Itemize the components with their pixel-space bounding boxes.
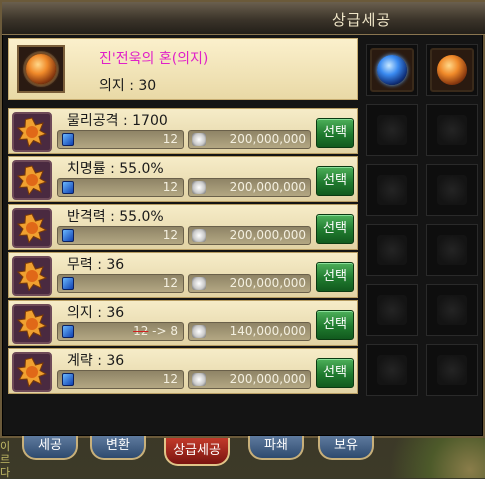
- tab-advanced-crafting[interactable]: 상급세공: [164, 438, 230, 466]
- orange-rune-icon: [17, 213, 47, 243]
- orange-orb-icon: [437, 55, 467, 85]
- material-slot[interactable]: [366, 344, 418, 396]
- gem-cost-bar: 12 -> 8: [57, 322, 184, 341]
- silver-ingot-icon: [192, 325, 206, 338]
- blue-gem-icon: [62, 277, 74, 290]
- option-label: 물리공격 : 1700: [67, 113, 168, 129]
- gem-cost-old-value: 12: [133, 324, 149, 338]
- material-slot[interactable]: [366, 224, 418, 276]
- orange-rune-icon: [17, 261, 47, 291]
- rune-slot: [12, 304, 52, 344]
- silver-cost-value: 140,000,000: [229, 324, 306, 338]
- rune-slot: [12, 256, 52, 296]
- gem-cost-value: 12: [162, 372, 178, 386]
- silver-cost-bar: 200,000,000: [188, 274, 311, 293]
- select-button[interactable]: 선택: [316, 358, 354, 388]
- orange-rune-icon: [17, 357, 47, 387]
- option-panel: 진'전욱의 혼(의지) 의지 : 30 물리공격 : 1700 12 200,0…: [8, 38, 358, 398]
- blue-gem-icon: [62, 325, 74, 338]
- rune-slot: [12, 352, 52, 392]
- item-slot[interactable]: [17, 45, 65, 93]
- gem-cost-bar: 12: [57, 178, 184, 197]
- tab-owned[interactable]: 보유: [318, 436, 374, 460]
- rune-slot: [12, 208, 52, 248]
- material-item[interactable]: [370, 48, 414, 92]
- option-row: 반격력 : 55.0% 12 200,000,000 선택: [8, 204, 358, 250]
- option-label: 치명률 : 55.0%: [67, 161, 164, 177]
- select-button[interactable]: 선택: [316, 262, 354, 292]
- blue-gem-icon: [62, 133, 74, 146]
- option-row: 치명률 : 55.0% 12 200,000,000 선택: [8, 156, 358, 202]
- orange-rune-icon: [17, 165, 47, 195]
- silver-cost-value: 200,000,000: [229, 372, 306, 386]
- material-slot[interactable]: [366, 44, 418, 96]
- select-button[interactable]: 선택: [316, 310, 354, 340]
- option-row: 무력 : 36 12 200,000,000 선택: [8, 252, 358, 298]
- material-grid: [366, 38, 485, 398]
- gem-cost-value: 12: [162, 132, 178, 146]
- gem-cost-bar: 12: [57, 274, 184, 293]
- silver-ingot-icon: [192, 133, 206, 146]
- gem-cost-value: 12: [162, 180, 178, 194]
- item-base-stat: 의지 : 30: [99, 78, 157, 94]
- gem-cost-bar: 12: [57, 130, 184, 149]
- silver-ingot-icon: [192, 181, 206, 194]
- material-slot[interactable]: [426, 284, 478, 336]
- option-row: 계략 : 36 12 200,000,000 선택: [8, 348, 358, 394]
- select-button[interactable]: 선택: [316, 166, 354, 196]
- silver-cost-value: 200,000,000: [229, 276, 306, 290]
- gem-cost-value: 12: [162, 228, 178, 242]
- blue-gem-icon: [62, 181, 74, 194]
- silver-cost-value: 200,000,000: [229, 228, 306, 242]
- tab-bar: 세공 변환 상급세공 파쇄 보유: [0, 430, 485, 478]
- silver-cost-bar: 200,000,000: [188, 370, 311, 389]
- item-header-card: 진'전욱의 혼(의지) 의지 : 30: [8, 38, 358, 100]
- material-slot[interactable]: [366, 104, 418, 156]
- blue-gem-icon: [62, 229, 74, 242]
- material-slot[interactable]: [366, 164, 418, 216]
- rune-slot: [12, 160, 52, 200]
- silver-cost-value: 200,000,000: [229, 180, 306, 194]
- select-button[interactable]: 선택: [316, 118, 354, 148]
- select-button[interactable]: 선택: [316, 214, 354, 244]
- silver-ingot-icon: [192, 229, 206, 242]
- silver-ingot-icon: [192, 277, 206, 290]
- rune-slot: [12, 112, 52, 152]
- gem-cost-value: 12 -> 8: [133, 324, 178, 338]
- gem-cost-bar: 12: [57, 370, 184, 389]
- option-label: 의지 : 36: [67, 305, 125, 321]
- material-slot[interactable]: [426, 344, 478, 396]
- material-slot[interactable]: [426, 44, 478, 96]
- silver-ingot-icon: [192, 373, 206, 386]
- tab-crafting[interactable]: 세공: [22, 436, 78, 460]
- option-label: 반격력 : 55.0%: [67, 209, 164, 225]
- silver-cost-bar: 200,000,000: [188, 130, 311, 149]
- tab-conversion[interactable]: 변환: [90, 436, 146, 460]
- silver-cost-bar: 200,000,000: [188, 178, 311, 197]
- silver-cost-bar: 140,000,000: [188, 322, 311, 341]
- option-label: 무력 : 36: [67, 257, 125, 273]
- gem-cost-value: 12: [162, 276, 178, 290]
- blue-orb-icon: [377, 55, 407, 85]
- option-row: 의지 : 36 12 -> 8 140,000,000 선택: [8, 300, 358, 346]
- window-title: 상급세공: [332, 11, 392, 29]
- gem-cost-bar: 12: [57, 226, 184, 245]
- material-slot[interactable]: [366, 284, 418, 336]
- orange-orb-icon: [26, 54, 56, 84]
- blue-gem-icon: [62, 373, 74, 386]
- option-label: 계략 : 36: [67, 353, 125, 369]
- material-slot[interactable]: [426, 224, 478, 276]
- orange-rune-icon: [17, 309, 47, 339]
- material-item[interactable]: [430, 48, 474, 92]
- window-titlebar[interactable]: 상급세공: [2, 2, 485, 35]
- silver-cost-bar: 200,000,000: [188, 226, 311, 245]
- material-slot[interactable]: [426, 104, 478, 156]
- tab-dismantle[interactable]: 파쇄: [248, 436, 304, 460]
- material-slot[interactable]: [426, 164, 478, 216]
- silver-cost-value: 200,000,000: [229, 132, 306, 146]
- orange-rune-icon: [17, 117, 47, 147]
- item-name: 진'전욱의 혼(의지): [99, 51, 209, 67]
- option-row: 물리공격 : 1700 12 200,000,000 선택: [8, 108, 358, 154]
- gem-cost-new-value: -> 8: [148, 324, 178, 338]
